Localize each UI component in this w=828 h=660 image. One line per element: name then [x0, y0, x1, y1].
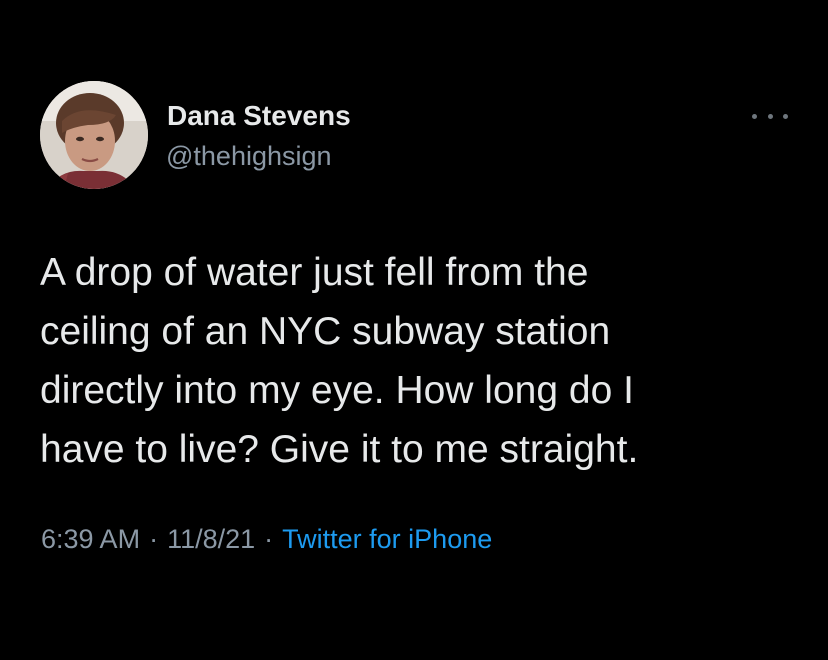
- tweet-metadata: 6:39 AM · 11/8/21 · Twitter for iPhone: [41, 521, 492, 557]
- profile-photo-image: [40, 81, 148, 189]
- more-dot: [752, 113, 757, 119]
- tweet-source-link[interactable]: Twitter for iPhone: [282, 524, 492, 554]
- tweet-text-line: have to live? Give it to me straight.: [40, 428, 639, 471]
- meta-separator: ·: [264, 524, 274, 554]
- meta-separator: ·: [149, 524, 159, 554]
- author-handle[interactable]: @thehighsign: [166, 140, 332, 172]
- author-display-name[interactable]: Dana Stevens: [167, 100, 351, 132]
- tweet-text-line: A drop of water just fell from the: [40, 251, 589, 294]
- more-dot: [783, 113, 788, 119]
- more-options-icon[interactable]: [752, 106, 788, 126]
- tweet-time[interactable]: 6:39 AM: [41, 524, 140, 554]
- tweet-date[interactable]: 11/8/21: [167, 524, 255, 554]
- tweet-card: Dana Stevens @thehighsign A drop of wate…: [0, 0, 828, 660]
- tweet-text: A drop of water just fell from the ceili…: [40, 243, 800, 479]
- tweet-text-line: ceiling of an NYC subway station: [40, 310, 611, 353]
- tweet-text-line: directly into my eye. How long do I: [40, 369, 634, 412]
- more-dot: [767, 113, 773, 119]
- avatar[interactable]: [40, 81, 148, 189]
